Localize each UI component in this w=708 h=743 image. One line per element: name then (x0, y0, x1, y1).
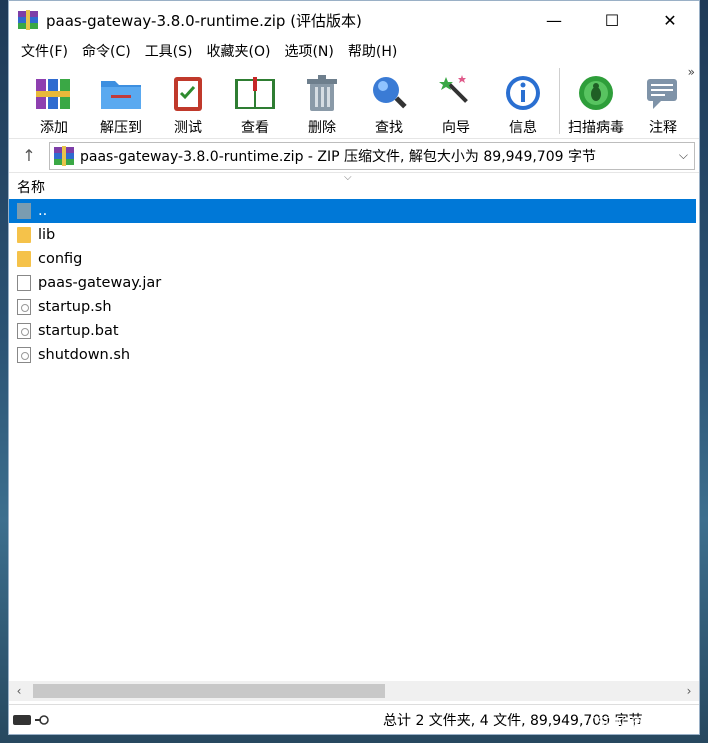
toolbar-overflow-chevron[interactable]: » (688, 65, 695, 79)
list-item-config[interactable]: config (9, 247, 699, 271)
window-title: paas-gateway-3.8.0-runtime.zip (评估版本) (46, 11, 362, 30)
find-label: 查找 (375, 120, 403, 136)
list-item-label: paas-gateway.jar (38, 275, 162, 291)
archive-path-text: paas-gateway-3.8.0-runtime.zip - ZIP 压缩文… (80, 148, 596, 165)
delete-label: 删除 (308, 120, 336, 136)
list-item-startup-bat[interactable]: startup.bat (9, 319, 699, 343)
horizontal-scrollbar[interactable]: ‹ › (9, 681, 699, 701)
folder-icon (17, 227, 31, 243)
chevron-down-icon[interactable]: ⌵ (679, 148, 688, 163)
menu-file[interactable]: 文件(F) (15, 41, 76, 61)
toolbar-separator (559, 68, 560, 134)
toolbar: 添加 解压到 测试 查看 删除 查找 向导 信息 扫描病毒 注释 » (9, 63, 699, 139)
list-item-shutdown-sh[interactable]: shutdown.sh (9, 343, 699, 367)
test-clipboard-icon (166, 71, 210, 115)
watermark-text: CSDN @新程序猿 (587, 716, 694, 731)
maximize-button[interactable]: ☐ (583, 1, 641, 39)
virus-scan-button[interactable]: 扫描病毒 (565, 63, 627, 137)
scroll-right-arrow[interactable]: › (679, 684, 699, 698)
virus-scan-icon (574, 71, 618, 115)
comment-button[interactable]: 注释 (632, 63, 694, 137)
magnifier-icon (367, 71, 411, 115)
view-button[interactable]: 查看 (224, 63, 286, 137)
archive-icon (54, 145, 74, 166)
column-header-name[interactable]: 名称 ⌵ (9, 172, 699, 199)
add-button[interactable]: 添加 (23, 63, 85, 137)
script-file-icon (17, 323, 31, 339)
extract-to-button[interactable]: 解压到 (90, 63, 152, 137)
wizard-wand-icon (434, 71, 478, 115)
status-icons (9, 714, 89, 726)
extract-folder-icon (99, 71, 143, 115)
comment-icon (641, 71, 685, 115)
test-button[interactable]: 测试 (157, 63, 219, 137)
menu-help[interactable]: 帮助(H) (342, 41, 405, 61)
view-label: 查看 (241, 120, 269, 136)
list-item-parent[interactable]: .. (9, 199, 696, 223)
scroll-thumb[interactable] (33, 684, 385, 698)
java-file-icon (17, 275, 31, 291)
menu-commands[interactable]: 命令(C) (76, 41, 139, 61)
add-label: 添加 (40, 120, 68, 136)
minimize-button[interactable]: — (525, 1, 583, 39)
list-item-label: startup.bat (38, 323, 119, 339)
list-item-startup-sh[interactable]: startup.sh (9, 295, 699, 319)
sort-chevron-icon: ⌵ (344, 172, 352, 183)
up-arrow-button[interactable]: ↑ (9, 146, 49, 165)
menu-favorites[interactable]: 收藏夹(O) (201, 41, 279, 61)
scroll-left-arrow[interactable]: ‹ (9, 684, 29, 698)
extract-to-label: 解压到 (100, 120, 142, 136)
title-bar: paas-gateway-3.8.0-runtime.zip (评估版本) — … (9, 1, 699, 39)
scroll-track[interactable] (29, 684, 679, 698)
menu-tools[interactable]: 工具(S) (139, 41, 201, 61)
menu-bar: 文件(F) 命令(C) 工具(S) 收藏夹(O) 选项(N) 帮助(H) (9, 39, 699, 63)
list-item-label: shutdown.sh (38, 347, 131, 363)
comment-label: 注释 (649, 120, 677, 136)
column-name-label: 名称 (17, 179, 45, 196)
list-item-label: .. (38, 203, 48, 219)
info-icon (501, 71, 545, 115)
info-button[interactable]: 信息 (492, 63, 554, 137)
key-icon[interactable] (35, 714, 49, 726)
trash-can-icon (300, 71, 344, 115)
list-item-label: lib (38, 227, 56, 243)
delete-button[interactable]: 删除 (291, 63, 353, 137)
info-label: 信息 (509, 120, 537, 136)
add-books-icon (32, 71, 76, 115)
archive-path-box[interactable]: paas-gateway-3.8.0-runtime.zip - ZIP 压缩文… (49, 141, 695, 170)
script-file-icon (17, 347, 31, 363)
close-button[interactable]: ✕ (641, 1, 699, 39)
list-item-jar[interactable]: paas-gateway.jar (9, 271, 699, 295)
winrar-app-icon (18, 10, 38, 30)
virus-scan-label: 扫描病毒 (568, 120, 624, 136)
test-label: 测试 (174, 120, 202, 136)
file-list: 名称 ⌵ .. lib config paas-gateway.jar star… (9, 172, 699, 679)
address-bar: ↑ paas-gateway-3.8.0-runtime.zip - ZIP 压… (9, 139, 699, 173)
script-file-icon (17, 299, 31, 315)
winrar-window: paas-gateway-3.8.0-runtime.zip (评估版本) — … (8, 0, 700, 735)
list-item-label: startup.sh (38, 299, 112, 315)
menu-options[interactable]: 选项(N) (278, 41, 341, 61)
list-item-label: config (38, 251, 83, 267)
wizard-label: 向导 (442, 120, 470, 136)
wizard-button[interactable]: 向导 (425, 63, 487, 137)
view-book-icon (233, 71, 277, 115)
parent-folder-icon (17, 203, 31, 219)
drive-icon[interactable] (13, 714, 31, 725)
find-button[interactable]: 查找 (358, 63, 420, 137)
folder-icon (17, 251, 31, 267)
list-item-lib[interactable]: lib (9, 223, 699, 247)
